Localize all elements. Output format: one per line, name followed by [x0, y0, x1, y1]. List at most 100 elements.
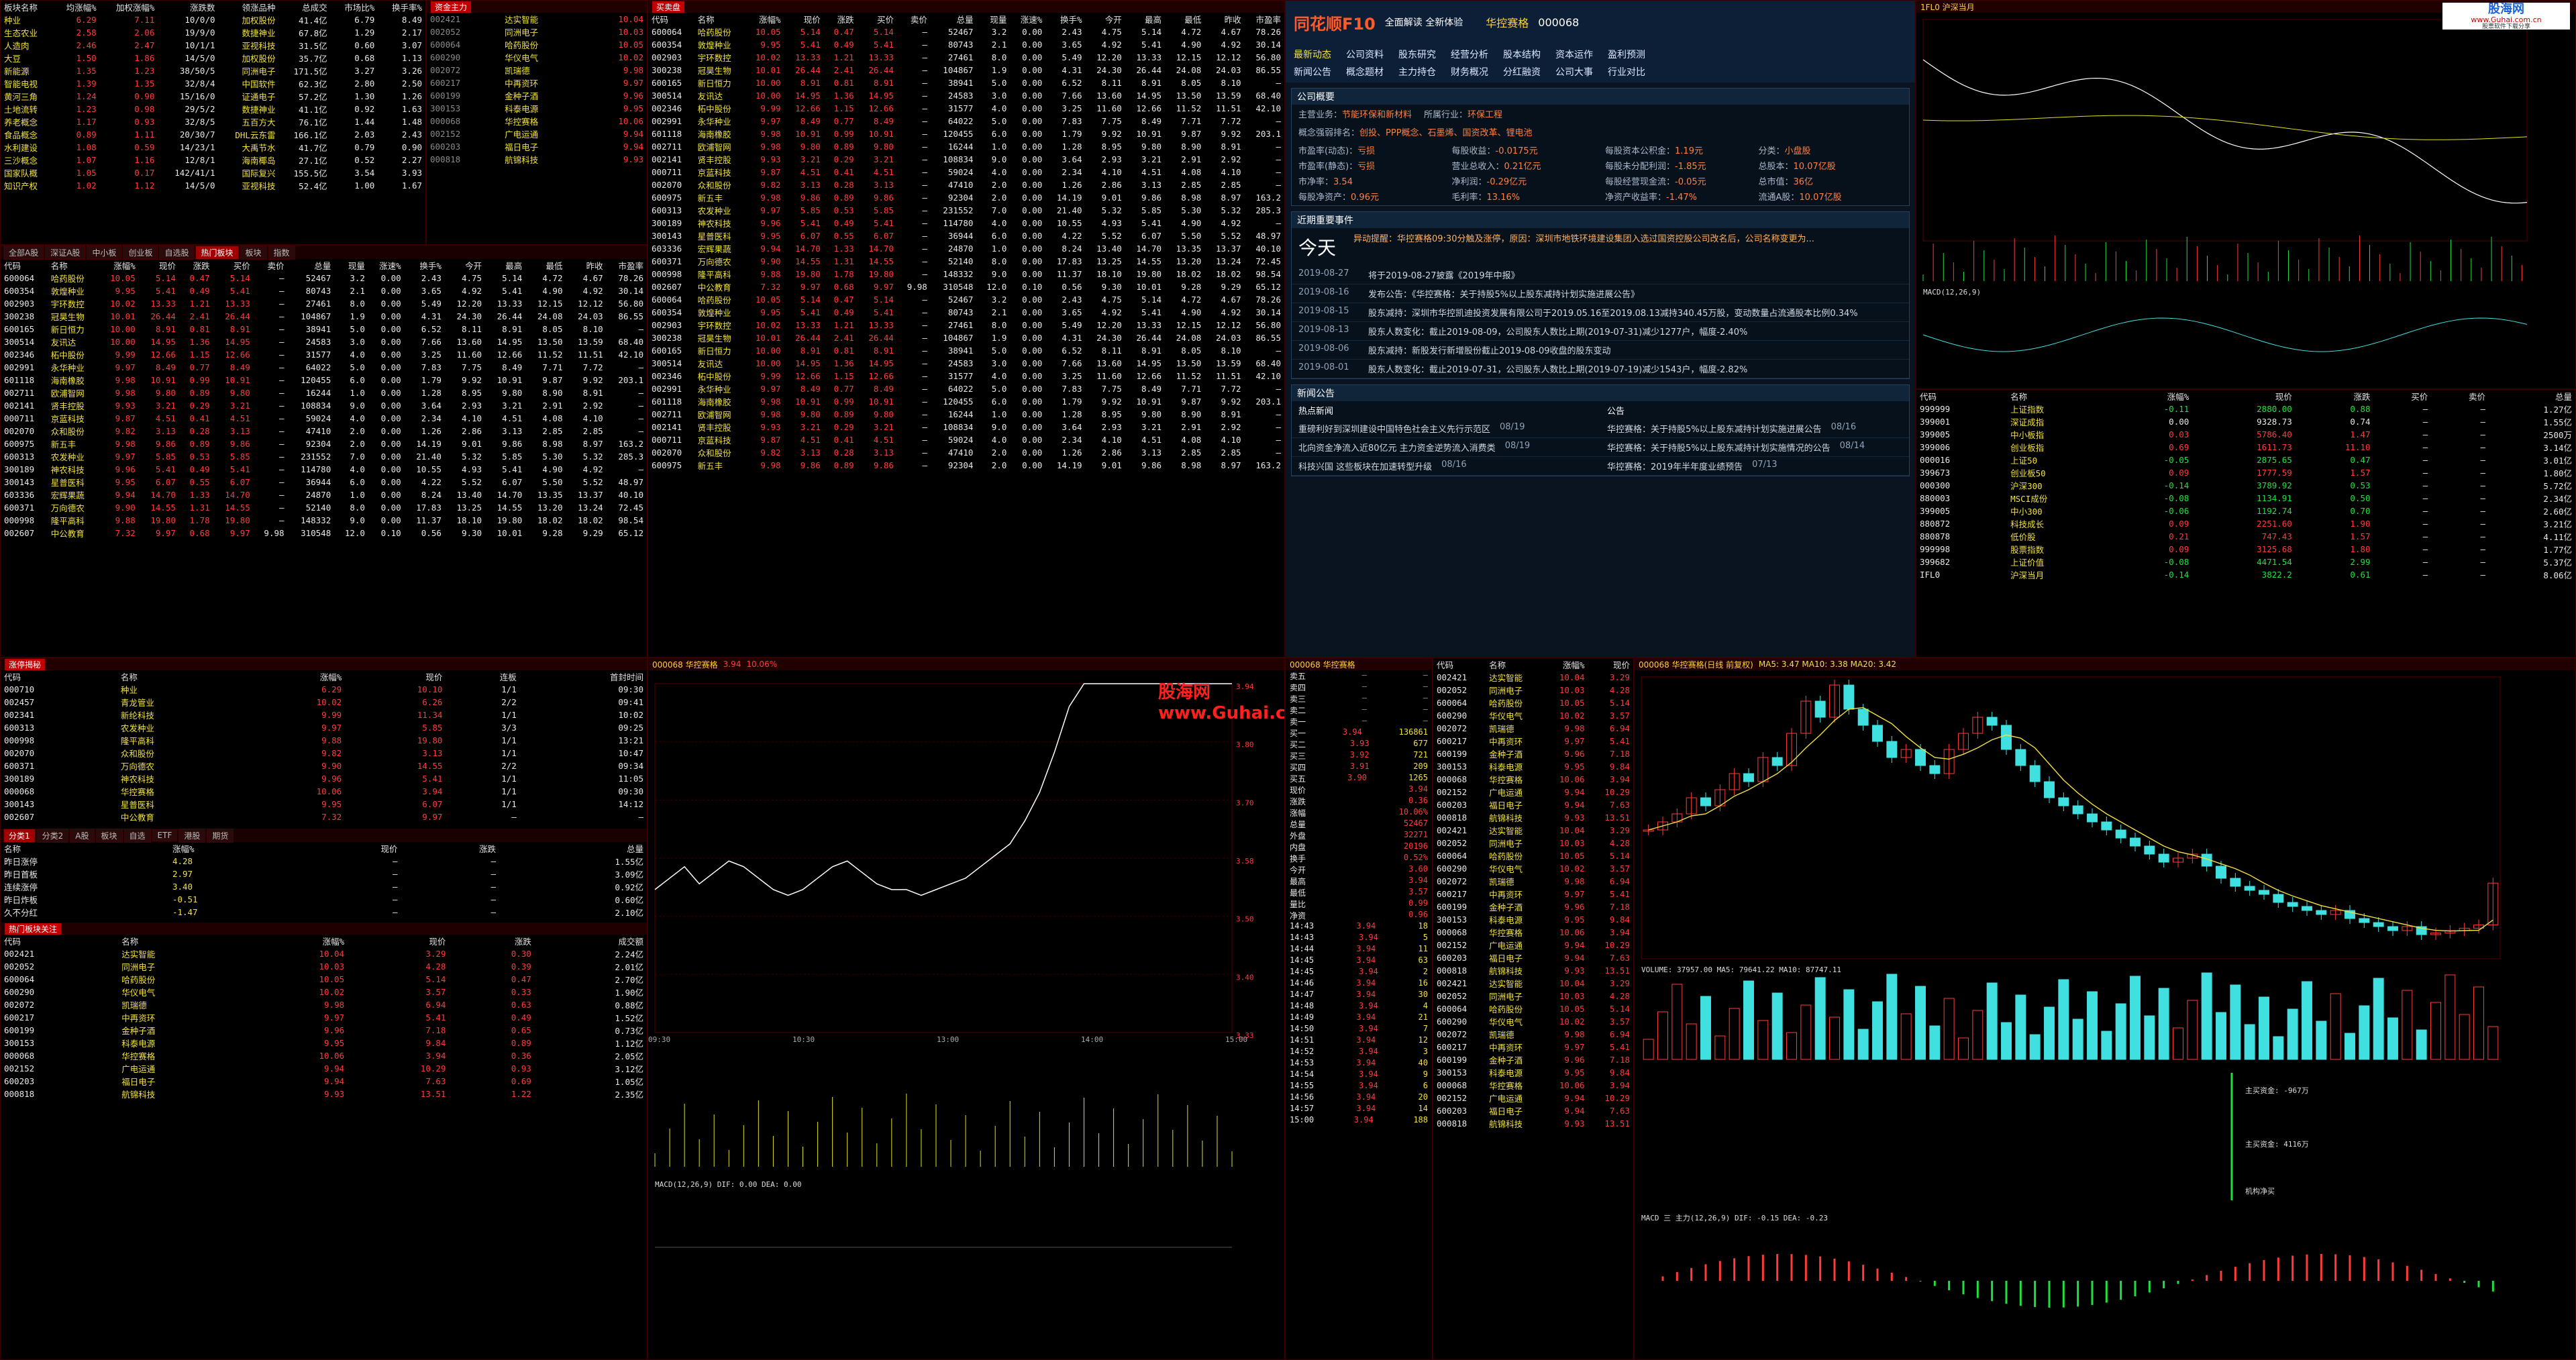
announce-row[interactable]: 华控赛格：2019年半年度业绩预告 07/13 [1600, 457, 1909, 476]
column-header[interactable]: 名称 [47, 259, 99, 272]
column-header[interactable]: 总量 [930, 13, 977, 25]
table-row[interactable]: 生态农业 2.58 2.06 19/9/0 数捷神业 67.8亿 1.29 2.17 [1, 26, 425, 39]
column-header[interactable]: 均涨幅% [52, 1, 100, 13]
table-row[interactable]: 002346 柘中股份 9.99 12.66 1.15 12.66—31577 4.0 0.0… [648, 102, 1284, 115]
table-row[interactable]: 600203 福日电子 9.94 7.63 0.69 1.05亿 [1, 1075, 647, 1088]
f10-nav-item[interactable]: 概念题材 [1346, 65, 1384, 79]
table-row[interactable]: 600203 福日电子 9.94 [427, 140, 647, 153]
column-header[interactable]: 涨幅% [744, 13, 784, 25]
table-row[interactable]: 300189 神农科技 9.96 5.41 0.49 5.41—114780 4.0 0.00… [1, 463, 647, 476]
table-row[interactable]: IFL0 沪深当月 -0.14 3822.2 0.61— —8.06亿 [1916, 568, 2575, 581]
bottom-tab-7[interactable]: 期货 [207, 828, 234, 843]
column-header[interactable]: 最高 [1125, 13, 1166, 25]
column-header[interactable]: 涨速% [1010, 13, 1046, 25]
table-row[interactable]: 000818 航锦科技 9.93 13.51 1.22 2.35亿 [1, 1088, 647, 1100]
table-row[interactable]: 600975 新五丰 9.98 9.86 0.89 9.86—92304 2.0 0.00 14… [1, 437, 647, 450]
table-row[interactable]: 002152 广电运通 9.94 10.29 0.93 3.12亿 [1, 1062, 647, 1075]
table-row[interactable]: 600217 中再资环 9.97 5.41 [1433, 735, 1633, 747]
table-row[interactable]: 300153 科泰电源 9.95 9.84 [1433, 760, 1633, 773]
table-row[interactable]: 大豆 1.50 1.86 14/5/0 加权股份 35.7亿 0.68 1.13 [1, 52, 425, 64]
table-row[interactable]: 399005 中小300 -0.06 1192.74 0.70— —2.60亿 [1916, 505, 2575, 517]
table-row[interactable]: 000818 航锦科技 9.93 13.51 [1433, 964, 1633, 977]
event-row[interactable]: 2019-08-15 股东减持：深圳市华控凯迪投资发展有限公司于2019.05.1… [1292, 303, 1909, 322]
table-row[interactable]: 600313 农发种业 9.97 5.85 0.53 5.85—231552 7.0 0.00… [648, 204, 1284, 217]
table-row[interactable]: 300153 科泰电源 9.95 9.84 [1433, 913, 1633, 926]
table-row[interactable]: 300153 科泰电源 9.95 9.84 0.89 1.12亿 [1, 1037, 647, 1049]
table-row[interactable]: 600064 哈药股份 10.05 5.14 0.47 5.14—52467 3.2 0.00… [648, 25, 1284, 38]
table-row[interactable]: 养老概念 1.17 0.93 32/8/5 五百方大 76.1亿 1.44 1.48 [1, 115, 425, 128]
f10-nav-item[interactable]: 新闻公告 [1294, 65, 1331, 79]
news-row[interactable]: 重磅利好到深圳建设中国特色社会主义先行示范区 08/19 [1292, 419, 1600, 438]
table-row[interactable]: 002072 凯瑞德 9.98 6.94 0.63 0.88亿 [1, 998, 647, 1011]
table-row[interactable]: 600371 万向德农 9.90 14.55 1.31 14.55—52140 8.0 0.0… [648, 255, 1284, 268]
table-row[interactable]: 601118 海南橡胶 9.98 10.91 0.99 10.91—120455 6.0 0.… [648, 395, 1284, 408]
table-row[interactable]: 002711 欧浦智网 9.98 9.80 0.89 9.80—16244 1.0 0.00 1… [648, 140, 1284, 153]
table-row[interactable]: 002052 同洲电子 10.03 4.28 [1433, 990, 1633, 1002]
news-row[interactable]: 北向资金净流入近80亿元 主力资金逆势流入消费类 08/19 [1292, 438, 1600, 457]
column-header[interactable]: 代码 [648, 13, 694, 25]
table-row[interactable]: 000300 沪深300 -0.14 3789.92 0.53— —5.72亿 [1916, 479, 2575, 492]
f10-stock-name[interactable]: 华控赛格 [1486, 14, 1529, 30]
column-header[interactable]: 涨幅% [1543, 658, 1588, 671]
f10-nav-item[interactable]: 最新动态 [1294, 48, 1331, 61]
table-row[interactable]: 600354 敦煌种业 9.95 5.41 0.49 5.41—80743 2.1 0.00 3… [648, 38, 1284, 51]
table-row[interactable]: 600354 敦煌种业 9.95 5.41 0.49 5.41—80743 2.1 0.00 3… [1, 284, 647, 297]
column-header[interactable]: 换手% [1045, 13, 1086, 25]
column-header[interactable]: 总量 [2489, 390, 2575, 403]
column-header[interactable]: 最高 [485, 259, 526, 272]
column-header[interactable]: 成交额 [534, 935, 647, 947]
f10-nav-item[interactable]: 股本结构 [1503, 48, 1541, 61]
table-row[interactable]: 600290 华仪电气 10.02 [427, 51, 647, 64]
table-row[interactable]: 600064 哈药股份 10.05 5.14 0.47 2.70亿 [1, 973, 647, 986]
bottom-tab-6[interactable]: 港股 [178, 828, 206, 843]
table-row[interactable]: 002903 宇环数控 10.02 13.33 1.21 13.33—27461 8.0 0.… [648, 51, 1284, 64]
column-header[interactable]: 涨幅% [2114, 390, 2193, 403]
table-row[interactable]: 002072 凯瑞德 9.98 [427, 64, 647, 76]
table-row[interactable]: 昨日涨停 4.28— —1.55亿 [1, 855, 647, 868]
table-row[interactable]: 399001 深证成指 0.00 9328.73 0.74— —1.55亿 [1916, 415, 2575, 428]
table-row[interactable]: 000998 隆平高科 9.88 19.80 1.78 19.80—148332 9.0 0.… [648, 268, 1284, 280]
column-header[interactable]: 代码 [1916, 390, 2008, 403]
table-row[interactable]: 000998 隆平高科 9.88 19.80 1/1 13:21 [1, 734, 647, 747]
table-row[interactable]: 昨日炸板 -0.51— —0.60亿 [1, 893, 647, 906]
table-row[interactable]: 399682 上证价值 -0.08 4471.54 2.99— —5.37亿 [1916, 556, 2575, 568]
table-row[interactable]: 600290 华仪电气 10.02 3.57 [1433, 709, 1633, 722]
table-row[interactable]: 603336 宏辉果蔬 9.94 14.70 1.33 14.70—24870 1.0 0.0… [1, 488, 647, 501]
column-header[interactable]: 涨幅% [246, 935, 348, 947]
column-header[interactable]: 连板 [446, 670, 520, 683]
table-row[interactable]: 000068 华控赛格 10.06 3.94 1/1 09:30 [1, 785, 647, 798]
table-row[interactable]: 300143 星普医科 9.95 6.07 0.55 6.07—36944 6.0 0.00 4… [648, 229, 1284, 242]
table-row[interactable]: 000068 华控赛格 10.06 3.94 0.36 2.05亿 [1, 1049, 647, 1062]
table-row[interactable]: 002991 永华种业 9.97 8.49 0.77 8.49—64022 5.0 0.00 7… [1, 361, 647, 374]
table-row[interactable]: 智能电视 1.39 1.35 32/8/4 中国软件 62.3亿 2.80 2.50 [1, 77, 425, 90]
column-header[interactable]: 今开 [1085, 13, 1125, 25]
table-row[interactable]: 002070 众和股份 9.82 3.13 0.28 3.13—47410 2.0 0.00 1… [648, 446, 1284, 459]
table-row[interactable]: 999999 上证指数 -0.11 2880.00 0.88— —1.27亿 [1916, 403, 2575, 415]
table-row[interactable]: 300143 星普医科 9.95 6.07 1/1 14:12 [1, 798, 647, 810]
table-row[interactable]: 600203 福日电子 9.94 7.63 [1433, 951, 1633, 964]
table-row[interactable]: 002421 达实智能 10.04 3.29 [1433, 824, 1633, 837]
table-row[interactable]: 黄河三角 1.24 0.90 15/16/0 证通电子 57.2亿 1.30 1.26 [1, 90, 425, 103]
table-row[interactable]: 000016 上证50 -0.05 2875.65 0.47— —3.01亿 [1916, 454, 2575, 466]
table-row[interactable]: 600290 华仪电气 10.02 3.57 [1433, 862, 1633, 875]
tab-5[interactable]: 热门板块 [195, 246, 239, 260]
table-row[interactable]: 002070 众和股份 9.82 3.13 0.28 3.13—47410 2.0 0.00 1… [1, 425, 647, 437]
table-row[interactable]: 食品概念 0.89 1.11 20/30/7 DHL云东雷 166.1亿 2.03 2.43 [1, 128, 425, 141]
table-row[interactable]: 002070 众和股份 9.82 3.13 0.28 3.13—47410 2.0 0.00 1… [648, 178, 1284, 191]
table-row[interactable]: 000068 华控赛格 10.06 3.94 [1433, 1079, 1633, 1092]
announce-row[interactable]: 华控赛格：关于持股5%以上股东减持计划实施进展公告 08/16 [1600, 419, 1909, 438]
table-row[interactable]: 000710 种业 6.29 10.10 1/1 09:30 [1, 683, 647, 696]
column-header[interactable]: 最低 [1165, 13, 1205, 25]
tab-2[interactable]: 中小板 [87, 246, 122, 260]
table-row[interactable]: 002711 欧浦智网 9.98 9.80 0.89 9.80—16244 1.0 0.00 1… [1, 386, 647, 399]
column-header[interactable]: 领涨品种 [218, 1, 279, 13]
table-row[interactable]: 002052 同洲电子 10.03 4.28 0.39 2.01亿 [1, 960, 647, 973]
column-header[interactable]: 总成交 [278, 1, 331, 13]
table-row[interactable]: 300514 友讯达 10.00 14.95 1.36 14.95—24583 3.0 0.0… [648, 89, 1284, 102]
event-row[interactable]: 2019-08-13 股东人数变化：截止2019-08-09，公司股东人数比上期(… [1292, 322, 1909, 341]
column-header[interactable]: 现价 [2192, 390, 2296, 403]
column-header[interactable]: 换手% [404, 259, 445, 272]
column-header[interactable]: 涨幅% [98, 259, 139, 272]
table-row[interactable]: 600371 万向德农 9.90 14.55 2/2 09:34 [1, 760, 647, 772]
column-header[interactable]: 加权涨幅% [99, 1, 158, 13]
